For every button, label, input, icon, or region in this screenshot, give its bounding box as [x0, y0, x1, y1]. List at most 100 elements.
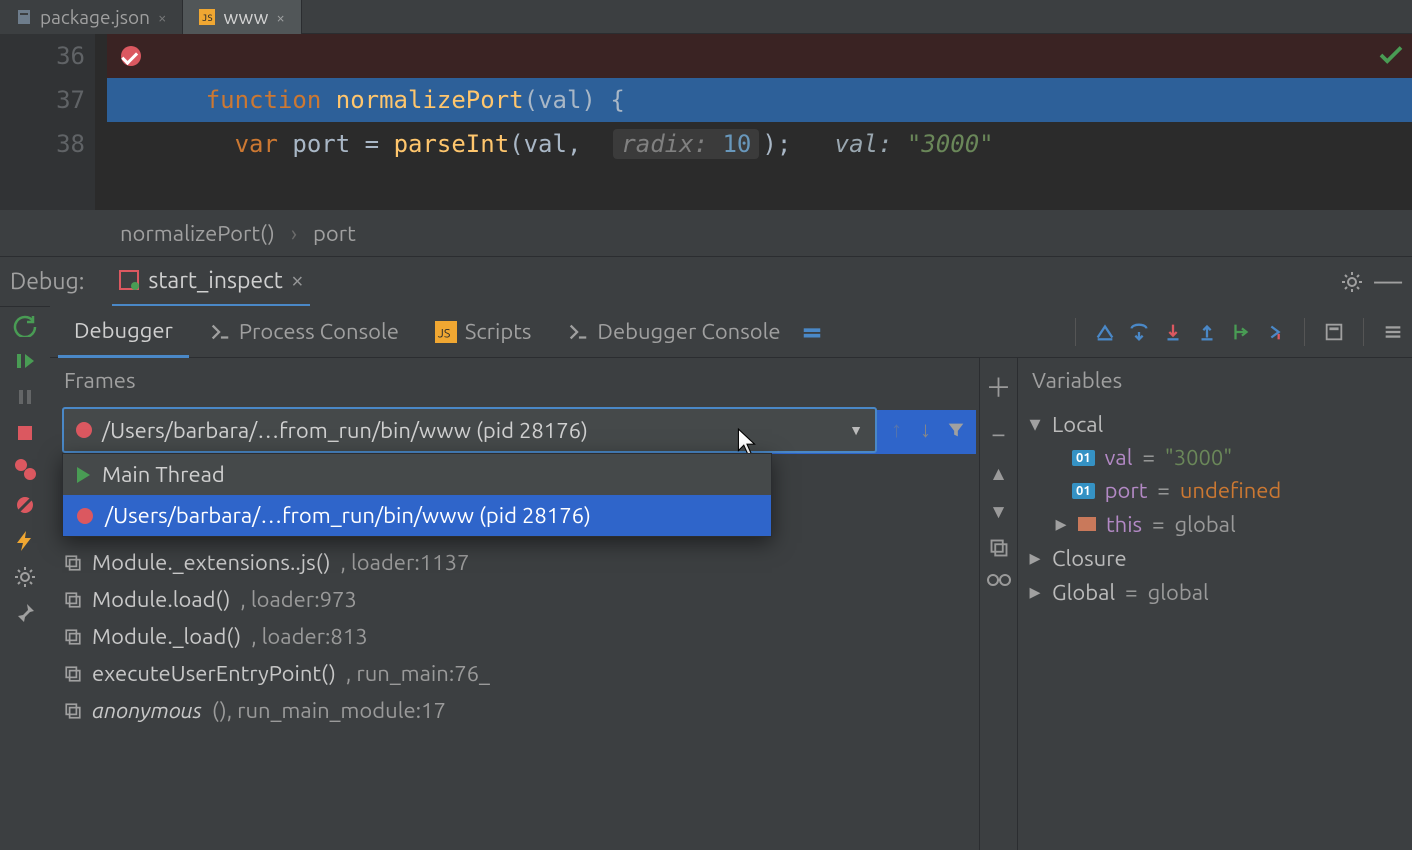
step-into-icon[interactable] — [1162, 321, 1184, 343]
view-breakpoints-icon[interactable] — [13, 457, 37, 481]
remove-watch-icon[interactable]: − — [991, 419, 1006, 448]
variable-val[interactable]: 01 val = "3000" — [1028, 441, 1402, 474]
stack-frame[interactable]: executeUserEntryPoint(), run_main:76_ — [50, 655, 979, 692]
close-icon[interactable]: × — [291, 268, 304, 293]
prev-frame-icon[interactable]: ↑ — [887, 413, 906, 447]
thread-dropdown: Main Thread /Users/barbara/…from_run/bin… — [62, 453, 772, 537]
code-editor[interactable]: 36 37 38 function normalizePort(val) { v… — [0, 34, 1412, 210]
gear-icon[interactable] — [1340, 270, 1364, 294]
tab-scripts[interactable]: JS Scripts — [419, 306, 548, 358]
move-up-icon[interactable]: ▲ — [989, 462, 1008, 486]
tab-www[interactable]: JS www × — [183, 0, 301, 34]
primitive-icon: 01 — [1072, 450, 1095, 466]
status-dot-icon — [77, 508, 93, 524]
scope-closure[interactable]: ▸ Closure — [1028, 541, 1402, 575]
stack-frame[interactable]: anonymous(), run_main_module:17 — [50, 692, 979, 729]
chevron-right-icon[interactable]: ▸ — [1054, 511, 1068, 537]
evaluate-icon[interactable] — [1323, 321, 1345, 343]
tab-label: www — [223, 6, 268, 28]
settings-icon[interactable] — [13, 565, 37, 589]
tab-debugger[interactable]: Debugger — [58, 306, 189, 358]
svg-text:JS: JS — [202, 14, 213, 24]
code-line[interactable]: function normalizePort(val) { — [107, 34, 1412, 78]
thread-option-label: /Users/barbara/…from_run/bin/www (pid 28… — [105, 503, 591, 528]
more-icon[interactable] — [1382, 321, 1404, 343]
stop-icon[interactable] — [13, 421, 37, 445]
filter-icon[interactable] — [945, 419, 967, 441]
step-out-icon[interactable] — [1196, 321, 1218, 343]
variable-port[interactable]: 01 port = undefined — [1028, 474, 1402, 507]
resume-icon[interactable] — [13, 349, 37, 373]
stack-frame[interactable]: Module._extensions..js(), loader:1137 — [50, 544, 979, 581]
tab-package-json[interactable]: package.json × — [0, 0, 183, 34]
gutter[interactable]: 36 37 38 — [0, 34, 95, 210]
frame-icon — [64, 702, 82, 720]
lightning-icon[interactable] — [13, 529, 37, 553]
console-icon — [209, 321, 231, 343]
line-number[interactable]: 37 — [0, 78, 95, 122]
line-number[interactable]: 38 — [0, 122, 95, 166]
copy-icon[interactable] — [989, 538, 1009, 558]
breakpoint-icon[interactable] — [121, 46, 141, 66]
console-icon — [567, 321, 589, 343]
js-file-icon: JS — [199, 9, 215, 25]
frame-icon — [64, 665, 82, 683]
mute-breakpoints-icon[interactable] — [13, 493, 37, 517]
run-config-icon — [118, 269, 140, 291]
frame-icon — [64, 591, 82, 609]
debugger-inner-tabs: Debugger Process Console JS Scripts Debu… — [50, 306, 1412, 358]
show-execution-point-icon[interactable] — [1094, 321, 1116, 343]
chevron-down-icon[interactable]: ▾ — [1028, 411, 1042, 437]
object-icon — [1078, 517, 1096, 531]
debug-side-toolbar — [0, 306, 50, 850]
scope-global[interactable]: ▸ Global = global — [1028, 575, 1402, 609]
scope-local[interactable]: ▾ Local — [1028, 407, 1402, 441]
primitive-icon: 01 — [1072, 483, 1095, 499]
move-down-icon[interactable]: ▼ — [989, 500, 1008, 524]
frame-icon — [64, 554, 82, 572]
pin-icon[interactable] — [13, 601, 37, 625]
config-name: start_inspect — [148, 268, 282, 293]
frame-icon — [64, 628, 82, 646]
debug-toolwindow-header: Debug: start_inspect × — — [0, 256, 1412, 306]
chevron-right-icon: › — [291, 221, 297, 246]
rerun-icon[interactable] — [13, 313, 37, 337]
variables-title: Variables — [1018, 358, 1412, 403]
frames-list: Module._compile(), loader:1105 Module._e… — [50, 507, 979, 729]
js-file-icon: JS — [435, 321, 457, 343]
thread-option-main[interactable]: Main Thread — [63, 454, 771, 495]
stack-frame[interactable]: Module.load(), loader:973 — [50, 581, 979, 618]
close-icon[interactable]: × — [158, 9, 166, 26]
tab-debugger-console[interactable]: Debugger Console — [551, 306, 796, 358]
variables-tree[interactable]: ▾ Local 01 val = "3000" 01 port = undefi… — [1018, 403, 1412, 613]
inspection-ok-icon — [1376, 40, 1406, 70]
pause-icon[interactable] — [13, 385, 37, 409]
line-number[interactable]: 36 — [0, 34, 95, 78]
tab-label: package.json — [40, 6, 150, 28]
add-watch-icon[interactable]: ＋ — [985, 368, 1011, 405]
step-over-icon[interactable] — [1128, 321, 1150, 343]
status-dot-icon — [76, 422, 92, 438]
editor-tabs: package.json × JS www × — [0, 0, 1412, 34]
thread-selected-label: /Users/barbara/…from_run/bin/www (pid 28… — [102, 418, 588, 443]
debug-config-tab[interactable]: start_inspect × — [112, 257, 309, 307]
thread-option-worker[interactable]: /Users/barbara/…from_run/bin/www (pid 28… — [63, 495, 771, 536]
play-icon — [77, 467, 90, 483]
drop-frame-icon[interactable] — [1264, 321, 1286, 343]
layout-icon[interactable] — [801, 321, 823, 343]
minimize-icon[interactable]: — — [1374, 266, 1402, 297]
thread-option-label: Main Thread — [102, 462, 225, 487]
debug-label: Debug: — [10, 269, 84, 294]
stack-frame[interactable]: Module._load(), loader:813 — [50, 618, 979, 655]
chevron-right-icon[interactable]: ▸ — [1028, 545, 1042, 571]
next-frame-icon[interactable]: ↓ — [916, 413, 935, 447]
breadcrumb-item[interactable]: normalizePort() — [120, 221, 275, 246]
variable-this[interactable]: ▸ this = global — [1028, 507, 1402, 541]
tab-process-console[interactable]: Process Console — [193, 306, 415, 358]
close-icon[interactable]: × — [276, 9, 284, 26]
breadcrumb-item[interactable]: port — [313, 221, 356, 246]
chevron-right-icon[interactable]: ▸ — [1028, 579, 1042, 605]
breadcrumb[interactable]: normalizePort() › port — [0, 210, 1412, 256]
run-to-cursor-icon[interactable] — [1230, 321, 1252, 343]
glasses-icon[interactable] — [987, 572, 1011, 588]
